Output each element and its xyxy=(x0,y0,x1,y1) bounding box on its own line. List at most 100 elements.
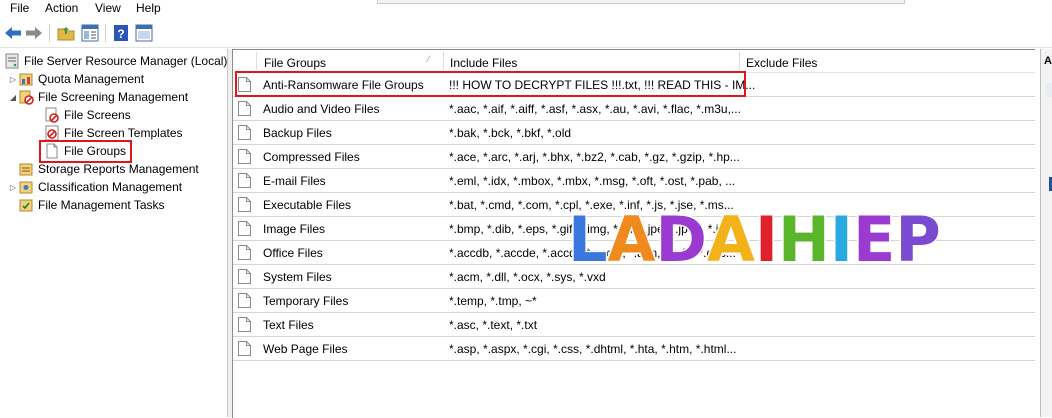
cell-file-group: Executable Files xyxy=(263,198,352,212)
file-group-icon xyxy=(238,317,251,332)
tree-label: File Server Resource Manager (Local) xyxy=(24,54,228,68)
console-tree: File Server Resource Manager (Local) ▷ Q… xyxy=(0,49,228,417)
svg-text:?: ? xyxy=(117,27,124,41)
cell-file-group: E-mail Files xyxy=(263,174,326,188)
actions-pane: A xyxy=(1040,49,1052,417)
tasks-icon xyxy=(18,197,34,213)
file-group-icon xyxy=(238,149,251,164)
tree-item-file-management-tasks[interactable]: File Management Tasks xyxy=(18,196,165,214)
cell-include-files: *.asc, *.text, *.txt xyxy=(449,318,538,332)
watermark-letter: E xyxy=(851,202,896,277)
watermark-letter: L xyxy=(567,202,609,277)
column-divider[interactable] xyxy=(256,52,257,70)
cell-file-group: Text Files xyxy=(263,318,314,332)
cell-include-files: *.aac, *.aif, *.aiff, *.asf, *.asx, *.au… xyxy=(449,102,741,116)
collapse-arrow-icon[interactable]: ◢ xyxy=(8,93,18,102)
cell-file-group: Office Files xyxy=(263,246,323,260)
menu-help[interactable]: Help xyxy=(136,1,161,15)
watermark-letter: A xyxy=(705,202,756,277)
tree-item-file-screens[interactable]: File Screens xyxy=(44,106,131,124)
cell-file-group: Audio and Video Files xyxy=(263,102,380,116)
file-group-icon xyxy=(238,245,251,260)
column-header-include-files[interactable]: Include Files xyxy=(450,56,517,70)
toolbar-separator xyxy=(49,24,50,42)
tree-item-quota[interactable]: ▷ Quota Management xyxy=(8,70,144,88)
watermark-letter: D xyxy=(654,202,708,277)
table-row[interactable]: Web Page Files *.asp, *.aspx, *.cgi, *.cs… xyxy=(233,337,1035,361)
table-row[interactable]: Temporary Files *.temp, *.tmp, ~* xyxy=(233,289,1035,313)
cell-file-group: Compressed Files xyxy=(263,150,360,164)
server-icon xyxy=(4,53,20,69)
classification-icon xyxy=(18,179,34,195)
table-row[interactable]: Text Files *.asc, *.text, *.txt xyxy=(233,313,1035,337)
watermark-letter: H xyxy=(777,202,832,277)
expand-arrow-icon[interactable]: ▷ xyxy=(8,75,18,84)
menu-action[interactable]: Action xyxy=(45,1,78,15)
highlight-box xyxy=(235,71,746,97)
properties-icon[interactable] xyxy=(80,23,100,43)
watermark-letter: I xyxy=(828,202,854,277)
tree-label: File Screens xyxy=(64,108,131,122)
column-divider[interactable] xyxy=(739,52,740,70)
template-icon xyxy=(44,125,60,141)
file-group-icon xyxy=(238,341,251,356)
cell-file-group: Image Files xyxy=(263,222,326,236)
menu-file[interactable]: File xyxy=(10,1,29,15)
show-hide-action-pane-icon[interactable] xyxy=(134,23,154,43)
column-divider[interactable] xyxy=(443,52,444,70)
tree-label: File Screen Templates xyxy=(64,126,183,140)
actions-item[interactable] xyxy=(1046,83,1052,97)
tree-label: File Screening Management xyxy=(38,90,189,104)
tree-label: Storage Reports Management xyxy=(38,162,199,176)
cell-file-group: System Files xyxy=(263,270,332,284)
column-header-exclude-files[interactable]: Exclude Files xyxy=(746,56,817,70)
cell-include-files: *.ace, *.arc, *.arj, *.bhx, *.bz2, *.cab… xyxy=(449,150,740,164)
cell-include-files: *.temp, *.tmp, ~* xyxy=(449,294,537,308)
sort-arrow-icon: ⁄ xyxy=(428,54,430,64)
watermark-letter: A xyxy=(606,202,657,277)
tree-item-classification[interactable]: ▷ Classification Management xyxy=(8,178,182,196)
table-row[interactable]: Compressed Files *.ace, *.arc, *.arj, *.b… xyxy=(233,145,1035,169)
file-group-icon xyxy=(238,173,251,188)
help-icon[interactable]: ? xyxy=(111,23,131,43)
cell-file-group: Temporary Files xyxy=(263,294,349,308)
watermark-letter: I xyxy=(753,202,779,277)
tree-item-storage-reports[interactable]: Storage Reports Management xyxy=(18,160,199,178)
forward-icon[interactable] xyxy=(24,23,44,43)
storage-reports-icon xyxy=(18,161,34,177)
watermark-letter: P xyxy=(894,202,942,277)
file-group-icon xyxy=(238,221,251,236)
quota-icon xyxy=(18,71,34,87)
actions-title: A xyxy=(1044,55,1052,67)
tree-label: Quota Management xyxy=(38,72,145,86)
table-row[interactable]: E-mail Files *.eml, *.idx, *.mbox, *.mbx,… xyxy=(233,169,1035,193)
menu-bar: File Action View Help xyxy=(0,0,1052,18)
tree-item-file-screening[interactable]: ◢ File Screening Management xyxy=(8,88,188,106)
up-folder-icon[interactable] xyxy=(56,23,76,43)
tree-item-root[interactable]: File Server Resource Manager (Local) xyxy=(4,52,227,70)
menu-view[interactable]: View xyxy=(95,1,121,15)
cell-include-files: *.asp, *.aspx, *.cgi, *.css, *.dhtml, *.… xyxy=(449,342,737,356)
tree-label: Classification Management xyxy=(38,180,183,194)
file-group-icon xyxy=(238,101,251,116)
window-edge xyxy=(377,0,905,4)
table-row[interactable]: Audio and Video Files *.aac, *.aif, *.aif… xyxy=(233,97,1035,121)
file-group-icon xyxy=(238,293,251,308)
list-header: File Groups ⁄ Include Files Exclude File… xyxy=(233,50,1035,73)
column-header-file-groups[interactable]: File Groups xyxy=(264,56,326,70)
cell-file-group: Web Page Files xyxy=(263,342,348,356)
file-group-icon xyxy=(238,269,251,284)
toolbar: ? xyxy=(0,19,1052,48)
file-group-icon xyxy=(238,197,251,212)
file-group-icon xyxy=(238,125,251,140)
toolbar-separator xyxy=(105,24,106,42)
cell-include-files: *.eml, *.idx, *.mbox, *.mbx, *.msg, *.of… xyxy=(449,174,736,188)
watermark: LADAIHIEP xyxy=(567,202,943,277)
back-icon[interactable] xyxy=(3,23,23,43)
cell-include-files: *.bak, *.bck, *.bkf, *.old xyxy=(449,126,572,140)
expand-arrow-icon[interactable]: ▷ xyxy=(8,183,18,192)
cell-file-group: Backup Files xyxy=(263,126,332,140)
table-row[interactable]: Backup Files *.bak, *.bck, *.bkf, *.old xyxy=(233,121,1035,145)
file-screen-icon xyxy=(44,107,60,123)
tree-label: File Management Tasks xyxy=(38,198,165,212)
